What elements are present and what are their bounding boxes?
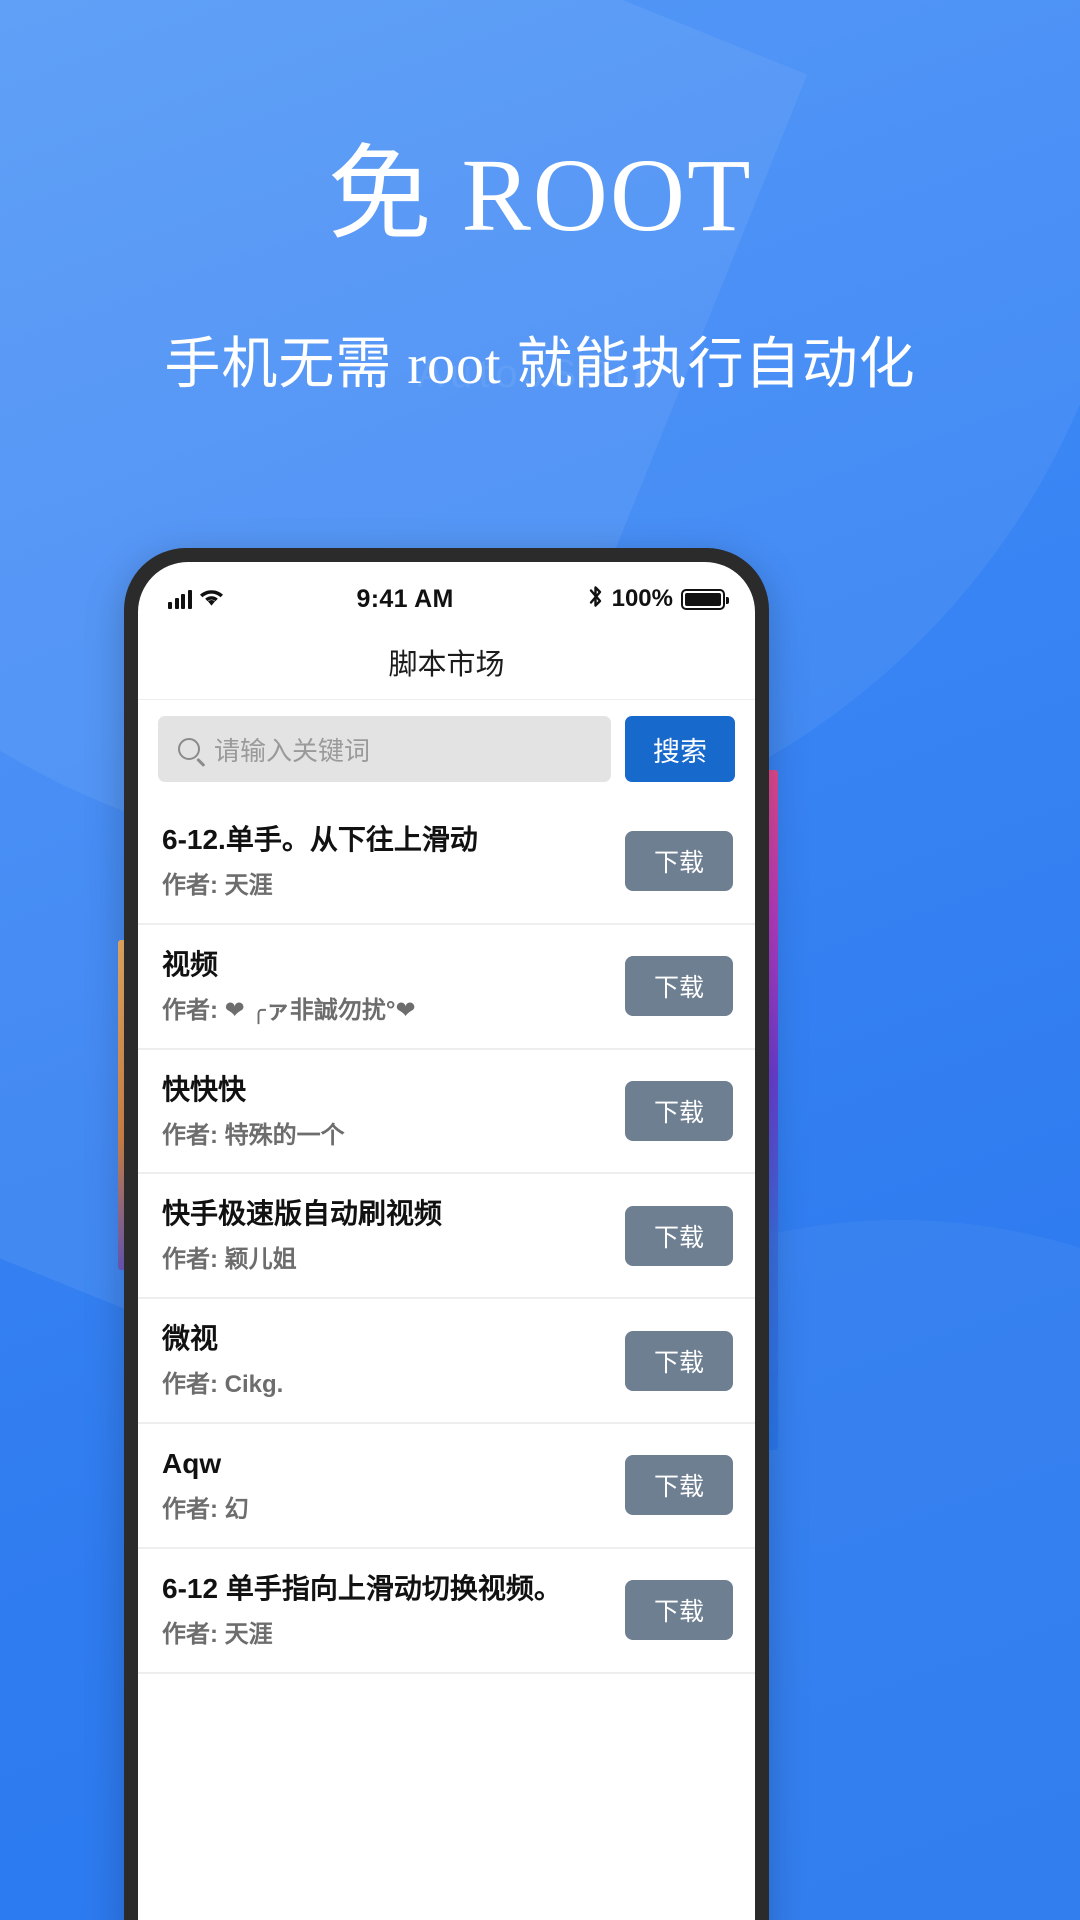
script-info: 微视作者: Cikg. [162, 1321, 607, 1400]
script-info: Aqw 作者: 幻 [162, 1446, 607, 1525]
status-bar-right: 100% [587, 584, 729, 615]
script-title: 快快快 [162, 1073, 247, 1105]
download-button[interactable]: 下载 [625, 1330, 733, 1391]
table-row[interactable]: 视频作者: ❤ ╭ァ非誠勿扰°❤ 下载 [138, 925, 755, 1050]
status-bar-left [168, 586, 224, 613]
page-title: 脚本市场 [138, 624, 755, 700]
status-bar-time: 9:41 AM [356, 584, 454, 613]
poster-subheadline: 手机无需 root 就能执行自动化 [164, 334, 916, 396]
phone-screen: 9:41 AM 100% 脚本市场 请输入关键词 搜索 6-12.单手。从下往上… [138, 562, 755, 1920]
script-author: 作者: 特殊的一个 [162, 1121, 345, 1149]
script-author: 作者: 天涯 [162, 872, 273, 899]
script-title: 6-12.单手。从下往上滑动 [162, 824, 478, 855]
signal-bars-icon [168, 589, 192, 609]
table-row[interactable]: 快手极速版自动刷视频 作者: 颖儿姐 下载 [138, 1174, 755, 1300]
status-bar: 9:41 AM 100% [138, 562, 755, 624]
script-title: 6-12 单手指向上滑动切换视频。 [162, 1572, 562, 1604]
script-info: 视频作者: ❤ ╭ァ非誠勿扰°❤ [162, 947, 607, 1026]
table-row[interactable]: Aqw 作者: 幻 下载 [138, 1424, 755, 1549]
download-button[interactable]: 下载 [625, 1080, 733, 1141]
bluetooth-icon [587, 584, 604, 615]
script-info: 快快快作者: 特殊的一个 [162, 1072, 607, 1151]
script-author: 作者: 幻 [162, 1495, 249, 1523]
search-input-wrapper[interactable]: 请输入关键词 [158, 716, 611, 782]
script-author: 作者: 天涯 [162, 1620, 273, 1648]
script-title: Aqw [162, 1447, 222, 1479]
search-input[interactable]: 请输入关键词 [214, 731, 370, 768]
wifi-icon [199, 586, 224, 613]
download-button[interactable]: 下载 [625, 956, 733, 1017]
download-button[interactable]: 下载 [625, 1205, 733, 1266]
script-title: 视频 [162, 948, 219, 980]
table-row[interactable]: 6-12.单手。从下往上滑动 作者: 天涯 下载 [138, 800, 755, 925]
download-button[interactable]: 下载 [625, 831, 733, 892]
download-button[interactable]: 下载 [625, 1580, 733, 1641]
table-row[interactable]: 6-12 单手指向上滑动切换视频。 作者: 天涯 下载 [138, 1549, 755, 1674]
phone-mockup-frame: 9:41 AM 100% 脚本市场 请输入关键词 搜索 6-12.单手。从下往上… [124, 548, 769, 1920]
script-info: 6-12.单手。从下往上滑动作者: 天涯 [162, 822, 607, 901]
poster-headline: 免 ROOT [327, 138, 753, 253]
promo-poster: 免 ROOT AutoJSPro 手机无需 root 就能执行自动化 9:41 … [0, 0, 1080, 1920]
script-title: 微视 [162, 1323, 219, 1355]
search-button[interactable]: 搜索 [625, 716, 735, 782]
script-info: 快手极速版自动刷视频作者: 颖儿姐 [162, 1196, 607, 1275]
script-author: 作者: 颖儿姐 [162, 1246, 297, 1274]
script-author: 作者: ❤ ╭ァ非誠勿扰°❤ [162, 996, 416, 1024]
search-icon [178, 738, 200, 760]
download-button[interactable]: 下载 [625, 1455, 733, 1516]
script-list[interactable]: 6-12.单手。从下往上滑动 作者: 天涯 下载 视频 作者: ❤ ╭ァ非誠勿扰°❤ 下载… [138, 800, 755, 1674]
script-info: 6-12 单手指向上滑动切换视频。作者: 天涯 [162, 1571, 607, 1650]
table-row[interactable]: 微视作者: Cikg. 下载 [138, 1299, 755, 1424]
table-row[interactable]: 快快快 作者: 特殊的一个 下载 [138, 1050, 755, 1175]
script-author: 作者: Cikg. [162, 1371, 284, 1399]
battery-percent-label: 100% [611, 585, 673, 612]
search-bar: 请输入关键词 搜索 [138, 700, 755, 800]
script-title: 快手极速版自动刷视频 [162, 1198, 443, 1230]
battery-full-icon [681, 588, 729, 610]
